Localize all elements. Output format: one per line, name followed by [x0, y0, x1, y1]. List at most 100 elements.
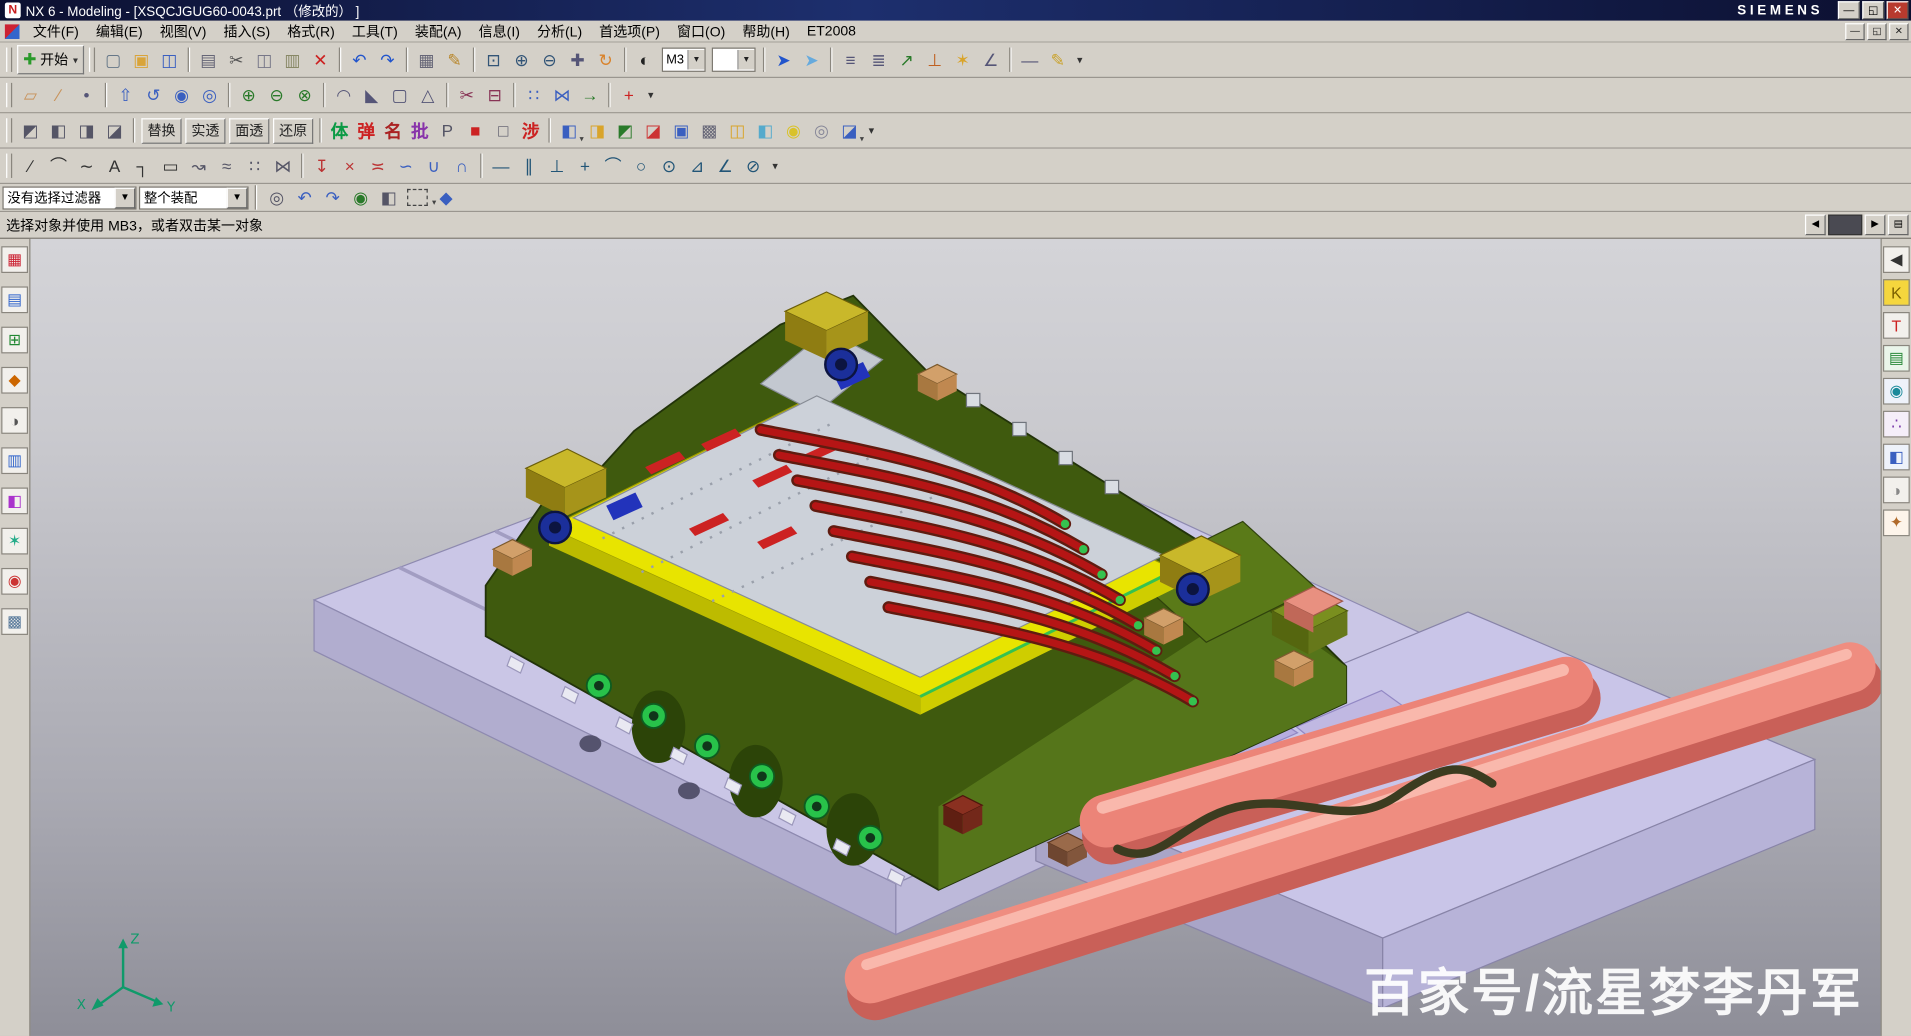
roles-icon[interactable]: ◉ — [1, 568, 28, 595]
constraint-angle-button[interactable]: ∠ — [712, 152, 739, 179]
hide-button[interactable]: ◪ — [640, 117, 667, 144]
toolbar-grid-icon[interactable]: ▦ — [1, 246, 28, 273]
print-button[interactable]: ▤ — [195, 46, 222, 73]
mirror-feature-button[interactable]: ⋈ — [548, 82, 575, 109]
toolbar-grip[interactable] — [6, 154, 12, 178]
pan-button[interactable]: ✚ — [564, 46, 591, 73]
toolbar-feature-overflow[interactable]: ▾ — [644, 82, 659, 109]
cut-button[interactable]: ✂ — [223, 46, 250, 73]
offset-curve-button[interactable]: ≈ — [213, 152, 240, 179]
bridge-curve-button[interactable]: ∪ — [420, 152, 447, 179]
open-button[interactable]: ▣ — [128, 46, 155, 73]
solid-transparency-button[interactable]: 实透 — [185, 118, 225, 144]
menu-insert[interactable]: 插入(S) — [215, 20, 279, 42]
measure-distance-button[interactable]: ∠ — [977, 46, 1004, 73]
restore-button[interactable]: ◱ — [1862, 1, 1884, 19]
dialog-form-button[interactable]: ▦ — [413, 46, 440, 73]
selection-filter-dropdown-arrow[interactable]: ▼ — [115, 187, 136, 208]
redo-button[interactable]: ↷ — [374, 46, 401, 73]
constraint-tangent-button[interactable]: ⌒ — [600, 152, 627, 179]
menu-assemblies[interactable]: 装配(A) — [406, 20, 470, 42]
toolbar-visibility-overflow[interactable]: ▾ — [864, 117, 879, 144]
copy-button[interactable]: ◫ — [251, 46, 278, 73]
view-isometric-button[interactable]: ◪ — [101, 117, 128, 144]
selection-scope-dropdown-arrow[interactable]: ▼ — [227, 187, 248, 208]
menu-information[interactable]: 信息(I) — [470, 20, 528, 42]
move-face-button[interactable]: → — [576, 82, 603, 109]
studio-spline-button[interactable]: ↝ — [185, 152, 212, 179]
parameter-tag-button[interactable]: P — [434, 117, 461, 144]
zoom-in-button[interactable]: ⊕ — [508, 46, 535, 73]
shaded-display-button[interactable]: ◐ — [631, 46, 658, 73]
show-button[interactable]: ▣ — [668, 117, 695, 144]
start-button[interactable]: ✚开始▾ — [17, 45, 84, 74]
rectangle-button[interactable]: ▭ — [157, 152, 184, 179]
menu-window[interactable]: 窗口(O) — [668, 20, 733, 42]
child-restore-button[interactable]: ◱ — [1867, 23, 1887, 40]
part-navigator-icon[interactable]: ▤ — [1, 286, 28, 313]
menu-view[interactable]: 视图(V) — [151, 20, 215, 42]
scene-gradient-icon[interactable]: ▩ — [1, 608, 28, 635]
extrude-button[interactable]: ⇧ — [112, 82, 139, 109]
graphics-window[interactable]: Z X Y 百家号/流星梦李丹军 — [30, 239, 1880, 1036]
template-icon[interactable]: ▥ — [1, 447, 28, 474]
restore-display-button[interactable]: 还原 — [273, 118, 313, 144]
trim-body-button[interactable]: ✂ — [453, 82, 480, 109]
library-icon[interactable]: ▤ — [1883, 345, 1910, 372]
point-button[interactable]: • — [73, 82, 100, 109]
child-minimize-button[interactable]: — — [1845, 23, 1865, 40]
fillet-button[interactable]: ┐ — [129, 152, 156, 179]
tools-icon[interactable]: ✦ — [1883, 509, 1910, 536]
split-body-button[interactable]: ⊟ — [481, 82, 508, 109]
edge-blend-button[interactable]: ◠ — [330, 82, 357, 109]
zoom-out-button[interactable]: ⊖ — [536, 46, 563, 73]
mirror-curve-button[interactable]: ⋈ — [269, 152, 296, 179]
reselect-button[interactable]: ↷ — [319, 184, 346, 211]
coll apse-resource-bar-button[interactable]: ◀ — [1883, 246, 1910, 273]
interference-check-button[interactable]: 涉 — [518, 118, 544, 144]
rectangle-select-button[interactable]: ▾ — [407, 189, 428, 206]
close-button[interactable]: ✕ — [1887, 1, 1909, 19]
pattern-feature-button[interactable]: ∷ — [520, 82, 547, 109]
chamfer-button[interactable]: ◣ — [358, 82, 385, 109]
menu-preferences[interactable]: 首选项(P) — [591, 20, 669, 42]
arc-button[interactable]: ⌒ — [45, 152, 72, 179]
key-icon[interactable]: K — [1883, 279, 1910, 306]
menu-analysis[interactable]: 分析(L) — [528, 20, 590, 42]
document-window-icon[interactable] — [5, 24, 20, 39]
rotate-view-button[interactable]: ↻ — [592, 46, 619, 73]
empty-box-button[interactable]: □ — [490, 117, 517, 144]
hole-button[interactable]: ◉ — [168, 82, 195, 109]
menu-et2008[interactable]: ET2008 — [798, 23, 864, 40]
child-close-button[interactable]: ✕ — [1889, 23, 1909, 40]
edit-object-display-button[interactable]: ▩ — [696, 117, 723, 144]
menu-tools[interactable]: 工具(T) — [343, 20, 406, 42]
menu-file[interactable]: 文件(F) — [24, 20, 87, 42]
scroll-left-button[interactable]: ◀ — [1805, 215, 1826, 236]
history-icon[interactable]: ◑ — [1, 407, 28, 434]
datum-axis-button[interactable]: ∕ — [45, 82, 72, 109]
undo-button[interactable]: ↶ — [346, 46, 373, 73]
toolbar-standard-overflow[interactable]: ▾ — [1072, 46, 1087, 73]
selection-filter-combo[interactable]: 没有选择过滤器 ▼ — [2, 186, 136, 209]
constraint-parallel-button[interactable]: ∥ — [516, 152, 543, 179]
replace-reference-set-button[interactable]: 替换 — [141, 118, 181, 144]
project-curve-button[interactable]: ↧ — [308, 152, 335, 179]
new-file-button[interactable]: ▢ — [100, 46, 127, 73]
selection-scope-combo[interactable]: 整个装配 ▼ — [139, 186, 249, 209]
line-button[interactable]: ∕ — [17, 152, 44, 179]
join-curve-button[interactable]: ∩ — [449, 152, 476, 179]
template-t-icon[interactable]: T — [1883, 312, 1910, 339]
helix-button[interactable]: ∽ — [392, 152, 419, 179]
palette-icon[interactable]: ◧ — [1, 488, 28, 515]
shell-button[interactable]: ▢ — [386, 82, 413, 109]
highlight-button[interactable]: ◉ — [780, 117, 807, 144]
toolbar-grip[interactable] — [6, 48, 12, 72]
molecule-icon[interactable]: ∴ — [1883, 411, 1910, 438]
batch-tool-button[interactable]: 批 — [407, 118, 433, 144]
snap-point-button[interactable]: ◎ — [263, 184, 290, 211]
draft-button[interactable]: △ — [414, 82, 441, 109]
view-trimetric-button[interactable]: ◩ — [17, 117, 44, 144]
select-previous-button[interactable]: ↶ — [291, 184, 318, 211]
sketch-in-task-button[interactable]: ➤ — [798, 46, 825, 73]
